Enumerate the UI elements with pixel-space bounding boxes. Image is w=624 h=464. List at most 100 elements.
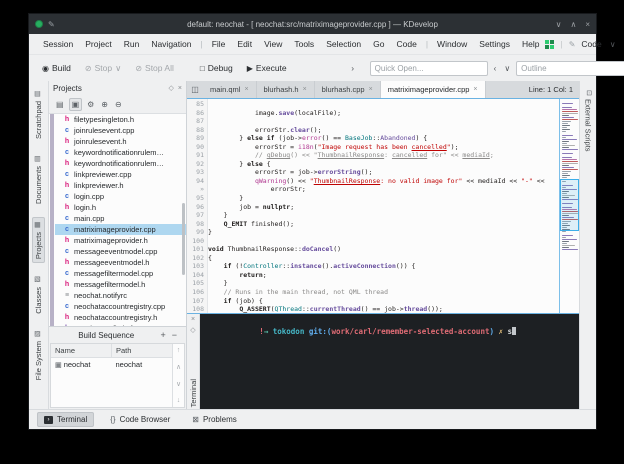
build-button[interactable]: ◉ Build <box>37 60 76 76</box>
toolview-button-terminal[interactable]: ›Terminal <box>37 412 94 427</box>
maximize-button[interactable]: ∧ <box>570 20 576 29</box>
close-tab-icon[interactable]: × <box>303 86 307 93</box>
tree-item[interactable]: kneochatconfig.kcfg <box>55 323 186 326</box>
tree-item[interactable]: hlinkpreviewer.h <box>55 180 186 191</box>
code-line: errorStr.clear(); <box>208 126 559 135</box>
tree-item[interactable]: clinkpreviewer.cpp <box>55 169 186 180</box>
close-panel-icon[interactable]: × <box>178 85 182 92</box>
tab-blurhash.h[interactable]: blurhash.h× <box>257 81 315 98</box>
tree-item[interactable]: hkeywordnotificationrulem… <box>55 158 186 169</box>
file-name: messageeventmodel.cpp <box>74 247 157 256</box>
menu-item-go[interactable]: Go <box>367 37 390 51</box>
close-terminal-icon[interactable]: × <box>191 316 195 323</box>
menu-item-window[interactable]: Window <box>431 37 473 51</box>
prev-button[interactable]: ‹ <box>492 64 499 73</box>
zoom-in-icon[interactable]: ⊕ <box>99 99 110 110</box>
tree-item[interactable]: clogin.cpp <box>55 191 186 202</box>
debug-button[interactable]: □ Debug <box>195 60 238 76</box>
file-name: matriximageprovider.cpp <box>74 225 156 234</box>
gear-icon[interactable]: ⚙ <box>85 99 96 110</box>
minimap-scrollbar[interactable] <box>559 99 579 313</box>
menu-item-project[interactable]: Project <box>79 37 117 51</box>
tree-item[interactable]: hneochataccountregistry.h <box>55 312 186 323</box>
titlebar[interactable]: ✎ default: neochat - [ neochat:src/matri… <box>29 14 596 34</box>
float-panel-icon[interactable]: ◇ <box>169 84 174 92</box>
outline-input[interactable] <box>516 61 624 76</box>
sidebar-item-external-scripts[interactable]: ⊡ External Scripts <box>583 87 594 154</box>
code-line: return; <box>208 271 559 280</box>
menu-item-settings[interactable]: Settings <box>473 37 516 51</box>
close-button[interactable]: × <box>585 20 590 29</box>
toolbar-overflow-icon[interactable]: › <box>340 63 366 73</box>
chevron-down-icon: ∨ <box>115 63 121 74</box>
menu-item-help[interactable]: Help <box>516 37 545 51</box>
line-number: 89 <box>187 134 204 143</box>
toolview-button-problems[interactable]: ⊠Problems <box>186 413 243 426</box>
tree-scrollbar[interactable] <box>182 203 185 275</box>
tree-item[interactable]: cjoinrulesevent.cpp <box>55 125 186 136</box>
tree-item[interactable]: cneochataccountregistry.cpp <box>55 301 186 312</box>
chevron-down-icon[interactable]: ∨ <box>608 40 618 49</box>
menu-item-code[interactable]: Code <box>391 37 423 51</box>
close-tab-icon[interactable]: × <box>369 86 373 93</box>
tree-item[interactable]: ≡neochat.notifyrc <box>55 290 186 301</box>
sidebar-item-file-system[interactable]: File System▨ <box>33 327 44 383</box>
tab-blurhash.cpp[interactable]: blurhash.cpp× <box>315 81 381 98</box>
menu-item-tools[interactable]: Tools <box>288 37 320 51</box>
code-text[interactable]: image.save(localFile); errorStr.clear();… <box>208 99 559 313</box>
menu-item-selection[interactable]: Selection <box>320 37 367 51</box>
document-view-icon[interactable]: ▣ <box>69 98 83 111</box>
tree-item[interactable]: hlogin.h <box>55 202 186 213</box>
close-tab-icon[interactable]: × <box>244 86 248 93</box>
table-row[interactable]: ▣ neochat neochat <box>51 358 172 371</box>
menu-item-edit[interactable]: Edit <box>231 37 258 51</box>
execute-button[interactable]: ▶ Execute <box>242 60 292 76</box>
sidebar-item-classes[interactable]: Classes▧ <box>33 273 44 317</box>
stop-button[interactable]: ⊘ Stop ∨ <box>80 60 126 77</box>
code-line: } <box>208 228 559 237</box>
sidebar-item-projects[interactable]: Projects▦ <box>32 217 45 263</box>
sidebar-item-scratchpad[interactable]: Scratchpad▤ <box>33 87 44 142</box>
menu-item-navigation[interactable]: Navigation <box>145 37 197 51</box>
menu-item-session[interactable]: Session <box>37 37 79 51</box>
move-top-icon[interactable]: ↑ <box>177 347 181 354</box>
move-bottom-icon[interactable]: ↓ <box>177 397 181 404</box>
menu-item-run[interactable]: Run <box>118 37 146 51</box>
menu-item-view[interactable]: View <box>258 37 288 51</box>
minimap-viewport[interactable] <box>560 179 579 231</box>
tree-item[interactable]: hmessageeventmodel.h <box>55 257 186 268</box>
tree-item[interactable]: cmessagefiltermodel.cpp <box>55 268 186 279</box>
sidebar-item-documents[interactable]: Documents▥ <box>33 152 44 207</box>
stop-all-button[interactable]: ⊘ Stop All <box>130 60 179 76</box>
add-build-item-button[interactable]: + <box>157 330 168 340</box>
remove-build-item-button[interactable]: − <box>169 330 180 340</box>
minimize-button[interactable]: ∨ <box>556 20 562 29</box>
zoom-out-icon[interactable]: ⊖ <box>113 99 124 110</box>
code-line: Q_EMIT finished(); <box>208 220 559 229</box>
tree-item[interactable]: hfiletypesingleton.h <box>55 114 186 125</box>
quick-open-input[interactable] <box>370 61 488 76</box>
project-file-tree[interactable]: hfiletypesingleton.hcjoinrulesevent.cpph… <box>49 113 186 326</box>
split-view-icon[interactable]: ◫ <box>187 81 203 98</box>
move-up-icon[interactable]: ∧ <box>176 363 181 371</box>
tree-item[interactable]: ckeywordnotificationrulem… <box>55 147 186 158</box>
tab-matriximageprovider.cpp[interactable]: matriximageprovider.cpp× <box>381 81 486 98</box>
move-down-icon[interactable]: ∨ <box>176 380 181 388</box>
chevron-down-icon[interactable]: ∨ <box>502 64 512 73</box>
tree-item[interactable]: hmessagefiltermodel.h <box>55 279 186 290</box>
session-grid-icon[interactable] <box>545 40 554 49</box>
float-terminal-icon[interactable]: ◇ <box>190 326 195 334</box>
new-file-icon[interactable]: ▤ <box>54 99 66 110</box>
tree-item[interactable]: hmatriximageprovider.h <box>55 235 186 246</box>
tab-main.qml[interactable]: main.qml× <box>203 81 257 98</box>
terminal-output[interactable]: !→ tokodon git:(work/carl/remember-selec… <box>200 314 579 409</box>
tree-item[interactable]: cmatriximageprovider.cpp <box>55 224 186 235</box>
tree-item[interactable]: cmessageeventmodel.cpp <box>55 246 186 257</box>
code-mode-button[interactable]: Code <box>581 39 601 49</box>
close-tab-icon[interactable]: × <box>473 86 477 93</box>
tree-item[interactable]: hjoinrulesevent.h <box>55 136 186 147</box>
menu-item-file[interactable]: File <box>206 37 232 51</box>
code-editor[interactable]: 85868788899091929394»9596979899100101102… <box>187 98 579 313</box>
tree-item[interactable]: cmain.cpp <box>55 213 186 224</box>
toolview-button-code-browser[interactable]: {}Code Browser <box>104 413 176 426</box>
